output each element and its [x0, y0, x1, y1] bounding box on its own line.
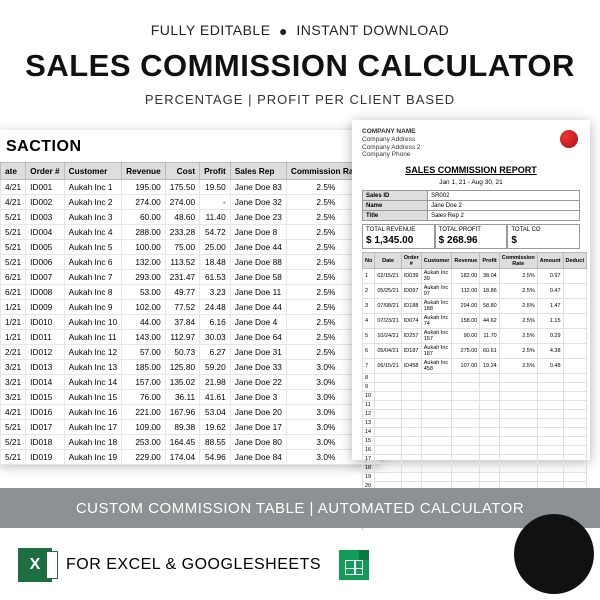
bullet-icon: ● — [279, 23, 288, 39]
download-label: INSTANT DOWNLOAD — [296, 22, 449, 38]
corner-badge-icon — [514, 514, 594, 594]
top-tagline: FULLY EDITABLE ● INSTANT DOWNLOAD — [0, 22, 600, 39]
report-title: SALES COMMISSION REPORT — [362, 165, 580, 175]
report-period: Jan 1, 21 - Aug 30, 21 — [362, 179, 580, 186]
footer-text: FOR EXCEL & GOOGLESHEETS — [66, 556, 321, 574]
company-block: COMPANY NAMECompany AddressCompany Addre… — [362, 128, 580, 159]
excel-x: X — [30, 556, 41, 574]
transaction-heading: SACTION — [0, 130, 380, 162]
report-meta-table: Sales IDSR002NameJane Doe 2TitleSales Re… — [362, 190, 580, 221]
report-table: NoDateOrder #CustomerRevenueProfitCommis… — [362, 252, 587, 518]
footer: X FOR EXCEL & GOOGLESHEETS — [0, 530, 600, 600]
subtitle: PERCENTAGE | PROFIT PER CLIENT BASED — [0, 92, 600, 107]
excel-icon: X — [18, 548, 52, 582]
googlesheets-icon — [339, 550, 369, 580]
transaction-table: ateOrder #CustomerRevenueCostProfitSales… — [0, 162, 380, 465]
editable-label: FULLY EDITABLE — [151, 22, 271, 38]
main-title: SALES COMMISSION CALCULATOR — [0, 48, 600, 84]
transaction-sheet: SACTION ateOrder #CustomerRevenueCostPro… — [0, 130, 380, 465]
totals-row: TOTAL REVENUE$ 1,345.00TOTAL PROFIT$ 268… — [362, 224, 580, 249]
company-logo-icon — [560, 130, 578, 148]
feature-band: CUSTOM COMMISSION TABLE | AUTOMATED CALC… — [0, 488, 600, 528]
report-sheet: COMPANY NAMECompany AddressCompany Addre… — [352, 120, 590, 460]
